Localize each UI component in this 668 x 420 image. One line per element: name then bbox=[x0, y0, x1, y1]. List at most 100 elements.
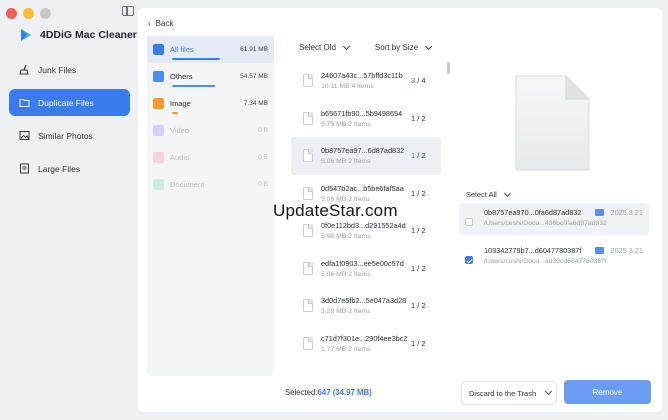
category-size: 61.91 MB bbox=[240, 46, 268, 53]
chevron-down-icon bbox=[503, 189, 511, 197]
others-icon bbox=[153, 71, 164, 82]
duplicate-checkbox[interactable] bbox=[465, 256, 473, 264]
duplicate-file-name: 0b8757ea970...0fa6d87ad832 bbox=[484, 208, 582, 217]
chevron-left-icon: ‹ bbox=[148, 19, 151, 28]
list-item[interactable]: b65671fb90...5b9498654 9.75 MB 2 Items 1… bbox=[291, 100, 441, 138]
discard-label: Discard to the Trash bbox=[469, 388, 537, 398]
remove-button[interactable]: Remove bbox=[564, 380, 651, 404]
sidebar-item-label: Junk Files bbox=[38, 64, 77, 75]
category-size: 0 B bbox=[258, 127, 268, 134]
open-folder-icon[interactable] bbox=[594, 247, 604, 254]
list-item[interactable]: 0b8757ea97...6d87ad832 5.06 MB 2 Items 1… bbox=[291, 137, 441, 175]
video-icon bbox=[153, 125, 164, 136]
sort-by-size-dropdown[interactable]: Sort by Size bbox=[374, 42, 433, 52]
category-size: 7.34 MB bbox=[243, 100, 268, 107]
category-label: Audio bbox=[170, 153, 190, 162]
category-image[interactable]: Image 7.34 MB bbox=[147, 90, 274, 117]
list-item[interactable]: 3d0d7e5fb2...5e047a3d28 3.28 MB 2 Items … bbox=[291, 287, 441, 325]
selected-value: 647 (34.97 MB) bbox=[317, 388, 372, 397]
file-meta: 9.75 MB 2 Items bbox=[321, 120, 371, 128]
duplicate-checkbox[interactable] bbox=[465, 218, 473, 226]
duplicate-file-item[interactable]: 103342779b7...d6047780387f 2025.3.21 /Us… bbox=[459, 241, 649, 273]
category-label: Others bbox=[170, 72, 193, 81]
file-icon bbox=[303, 111, 313, 125]
selection-count: 1 / 2 bbox=[411, 338, 426, 348]
selection-count: 3 / 4 bbox=[411, 76, 426, 86]
list-item[interactable]: 24607a43c...57bffd3c11b 10.11 MB 4 Items… bbox=[291, 62, 441, 100]
file-icon bbox=[303, 261, 313, 275]
category-label: All files bbox=[170, 45, 194, 54]
duplicate-file-date: 2025.3.21 bbox=[610, 208, 643, 217]
chevron-down-icon bbox=[545, 387, 553, 396]
list-scrollbar[interactable] bbox=[447, 62, 450, 74]
file-name: 0b8757ea97...6d87ad832 bbox=[321, 146, 405, 156]
category-label: Video bbox=[170, 126, 190, 135]
watermark: UpdateStar.com bbox=[273, 201, 398, 220]
image-icon bbox=[153, 98, 164, 109]
list-item[interactable]: c71d7f301e...290f4ee3bc2 1.77 MB 2 Items… bbox=[291, 325, 441, 363]
file-icon bbox=[303, 336, 313, 350]
sidebar-item-label: Large Files bbox=[38, 163, 81, 174]
broom-icon bbox=[19, 64, 29, 75]
file-icon bbox=[303, 224, 313, 238]
file-meta: 5.06 MB 2 Items bbox=[321, 233, 371, 241]
sidebar-item-duplicate-files[interactable]: Duplicate Files bbox=[9, 89, 130, 116]
selection-count: 1 / 2 bbox=[411, 151, 426, 161]
chevron-down-icon bbox=[425, 42, 433, 50]
category-label: Image bbox=[170, 99, 191, 108]
back-button[interactable]: ‹ Back bbox=[148, 19, 173, 28]
category-others[interactable]: Others 54.57 MB bbox=[147, 63, 274, 90]
file-name: 3d0d7e5fb2...5e047a3d28 bbox=[321, 296, 407, 306]
category-size: 0 B bbox=[258, 181, 268, 188]
category-all-files[interactable]: All files 61.91 MB bbox=[147, 36, 274, 63]
sidebar-nav: Junk Files Duplicate Files Similar Photo… bbox=[9, 56, 130, 188]
file-name: 0f0e112bd3...d291552a4d bbox=[321, 221, 406, 231]
selected-label: Selected: bbox=[285, 388, 318, 397]
file-icon bbox=[303, 149, 313, 163]
document-preview-icon bbox=[515, 75, 590, 171]
selection-count: 1 / 2 bbox=[411, 226, 426, 236]
select-all-dropdown[interactable]: Select All bbox=[466, 189, 511, 199]
list-header: Select Old Sort by Size bbox=[299, 42, 433, 52]
category-document: Document 0 B bbox=[147, 171, 274, 198]
app-logo-icon bbox=[21, 29, 31, 41]
duplicate-file-name: 103342779b7...d6047780387f bbox=[484, 246, 582, 255]
brand: 4DDiG Mac Cleaner bbox=[18, 27, 137, 43]
file-meta: 10.11 MB 4 Items bbox=[321, 83, 374, 91]
category-audio: Audio 0 B bbox=[147, 144, 274, 171]
sidebar-item-label: Duplicate Files bbox=[38, 97, 94, 108]
back-label: Back bbox=[155, 19, 174, 28]
select-old-dropdown[interactable]: Select Old bbox=[299, 42, 350, 52]
category-video: Video 0 B bbox=[147, 117, 274, 144]
file-meta: 5.06 MB 2 Items bbox=[321, 270, 371, 278]
file-icon bbox=[303, 299, 313, 313]
file-name: c71d7f301e...290f4ee3bc2 bbox=[321, 333, 408, 343]
file-name: edfa1f0903...ee5e00c57d bbox=[321, 258, 404, 268]
all-files-icon bbox=[153, 44, 164, 55]
category-label: Document bbox=[170, 180, 205, 189]
open-folder-icon[interactable] bbox=[594, 209, 604, 216]
selected-summary: Selected:647 (34.97 MB) bbox=[285, 388, 372, 397]
photo-icon bbox=[19, 131, 30, 140]
sidebar-item-junk-files[interactable]: Junk Files bbox=[9, 56, 130, 83]
selection-count: 1 / 2 bbox=[411, 263, 426, 273]
category-size-bar bbox=[172, 58, 220, 60]
sidebar-item-similar-photos[interactable]: Similar Photos bbox=[9, 122, 130, 149]
document-icon bbox=[153, 179, 164, 190]
duplicate-file-path: /Users/ceshi/Docu...436bc0fa6d87ad832 bbox=[484, 220, 607, 227]
selection-count: 1 / 2 bbox=[411, 188, 426, 198]
file-meta: 5.06 MB 2 Items bbox=[321, 158, 371, 166]
list-item[interactable]: edfa1f0903...ee5e00c57d 5.06 MB 2 Items … bbox=[291, 250, 441, 288]
large-file-icon bbox=[20, 163, 29, 174]
file-meta: 3.28 MB 2 Items bbox=[321, 308, 371, 316]
sort-by-size-label: Sort by Size bbox=[374, 43, 419, 52]
select-old-label: Select Old bbox=[299, 43, 336, 52]
discard-mode-dropdown[interactable]: Discard to the Trash bbox=[461, 381, 557, 405]
duplicate-file-item[interactable]: 0b8757ea970...0fa6d87ad832 2025.3.21 /Us… bbox=[459, 203, 649, 235]
file-name: 24607a43c...57bffd3c11b bbox=[321, 71, 403, 81]
file-name: b65671fb90...5b9498654 bbox=[321, 108, 403, 118]
category-size-bar bbox=[172, 85, 215, 87]
duplicate-file-path: /Users/ceshi/Docu...ad39cd6047780387f bbox=[484, 258, 607, 265]
category-list: All files 61.91 MB Others 54.57 MB Image… bbox=[147, 36, 274, 376]
sidebar-item-large-files[interactable]: Large Files bbox=[9, 155, 130, 182]
